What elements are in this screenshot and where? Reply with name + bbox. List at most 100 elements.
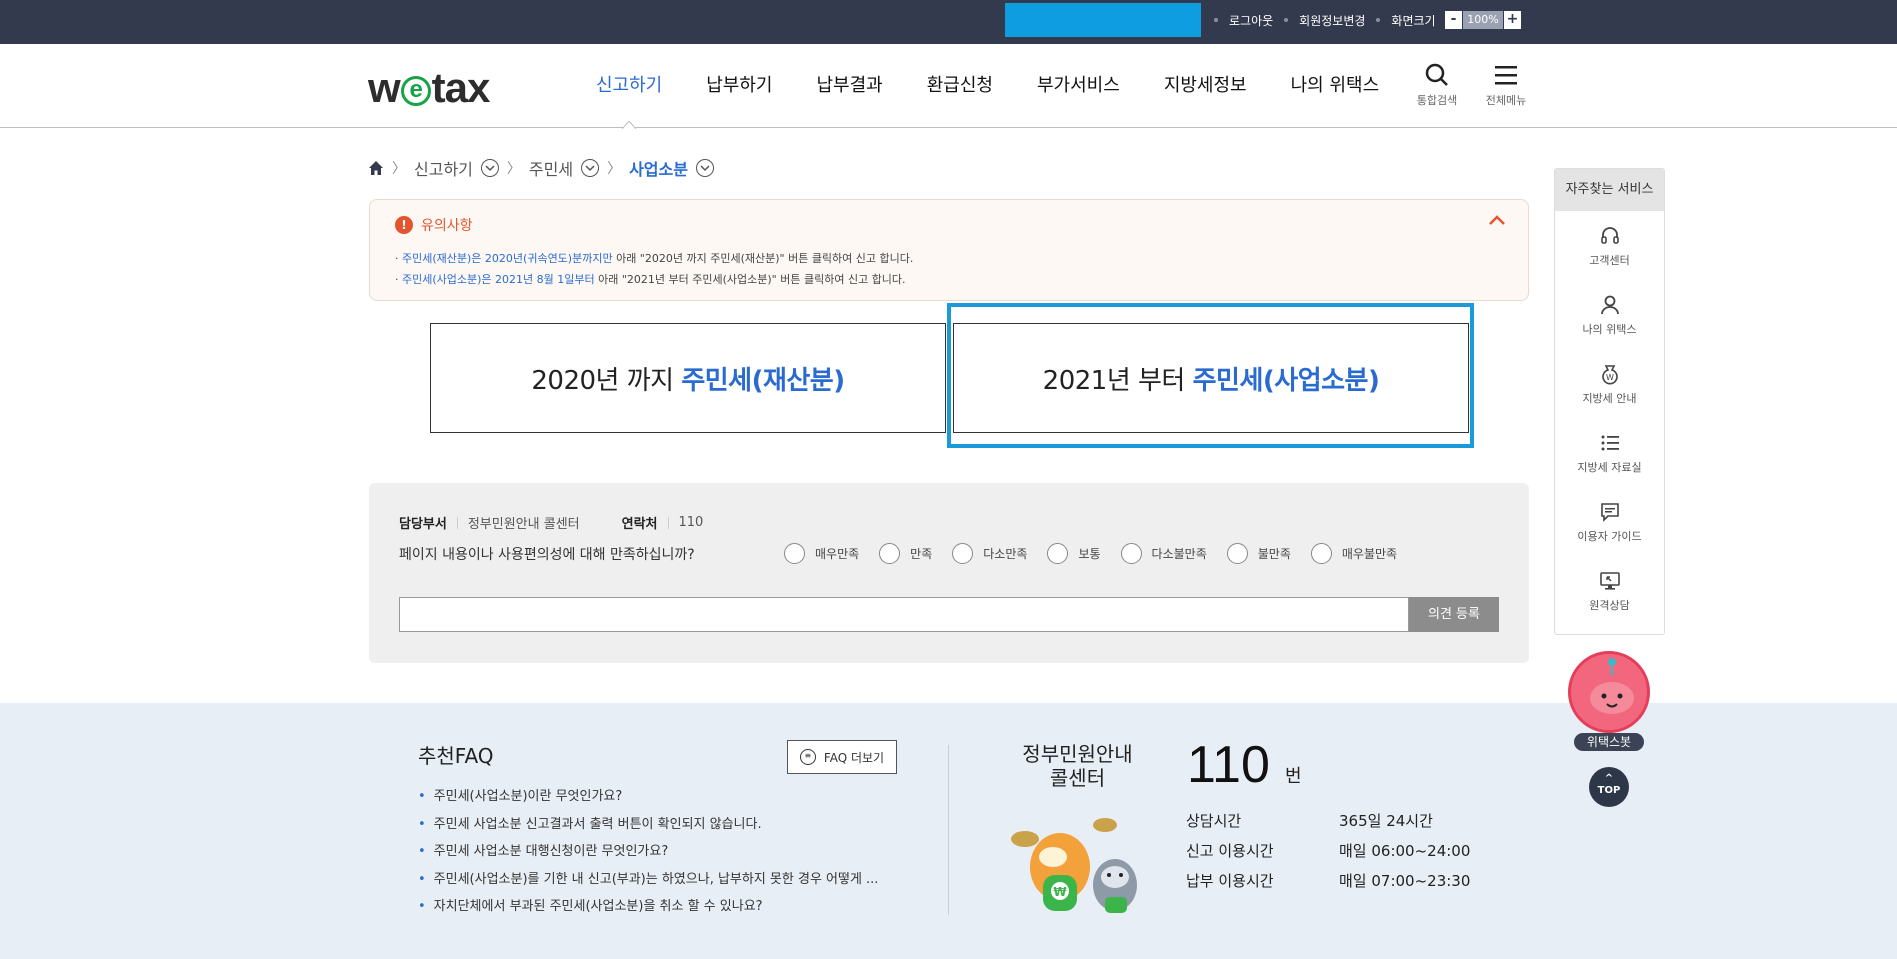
dept-label: 담당부서	[399, 517, 447, 532]
quick-local-tax-guide[interactable]: W 지방세 안내	[1555, 349, 1664, 418]
radio-circle[interactable]	[879, 543, 901, 564]
nav-payment-result[interactable]: 납부결과	[817, 44, 883, 128]
dept-value: 정부민원안내 콜센터	[467, 517, 580, 532]
faq-title: 추천FAQ	[418, 744, 494, 768]
monitor-icon	[1599, 572, 1620, 590]
chevron-up-icon[interactable]	[1488, 214, 1506, 226]
faq-list: 주민세(사업소분)이란 무엇인가요? 주민세 사업소분 신고결과서 출력 버튼이…	[418, 786, 879, 924]
quick-customer-center[interactable]: 고객센터	[1555, 211, 1664, 280]
chatbot-button[interactable]	[1568, 651, 1650, 733]
top-label: TOP	[1597, 785, 1621, 796]
nav-report[interactable]: 신고하기	[596, 44, 662, 129]
notice-title: ! 유의사항	[395, 215, 473, 235]
search-label: 통합검색	[1416, 94, 1458, 107]
radio-circle[interactable]	[1120, 543, 1142, 564]
hours-value: 매일 07:00~23:30	[1339, 872, 1471, 890]
faq-more-label: FAQ 더보기	[823, 750, 885, 765]
chevron-up-icon: ^	[1604, 773, 1614, 784]
radio-satisfied[interactable]: 만족	[879, 543, 932, 564]
report-business-tax-button[interactable]: 2021년 부터 주민세(사업소분)	[953, 323, 1469, 433]
divider	[667, 516, 669, 529]
full-menu-button[interactable]: 전체메뉴	[1476, 62, 1536, 108]
faq-item[interactable]: 주민세 사업소분 대행신청이란 무엇인가요?	[418, 841, 878, 869]
nav-extra-services[interactable]: 부가서비스	[1037, 44, 1120, 128]
nav-payment[interactable]: 납부하기	[706, 44, 772, 128]
quick-panel-title: 자주찾는 서비스	[1555, 169, 1664, 211]
callcenter-title: 정부민원안내 콜센터	[1010, 742, 1145, 790]
top-utility-bar: 로그아웃 회원정보변경 화면크기 - 100% +	[0, 0, 1897, 44]
separator-dot	[1376, 18, 1381, 22]
chevron-right-icon: 〉	[392, 161, 406, 177]
quick-my-wetax[interactable]: 나의 위택스	[1555, 280, 1664, 349]
faq-item[interactable]: 자치단체에서 부과된 주민세(사업소분)을 취소 할 수 있나요?	[418, 896, 878, 924]
quick-item-label: 고객센터	[1589, 254, 1630, 267]
quick-remote-support[interactable]: 원격상담	[1555, 556, 1664, 625]
callcenter-number: 110	[1187, 736, 1270, 794]
zoom-value: 100%	[1463, 11, 1503, 29]
faq-item[interactable]: 주민세(사업소분)를 기한 내 신고(부과)는 하였으나, 납부하지 못한 경우…	[418, 869, 879, 897]
breadcrumb-report[interactable]: 신고하기	[414, 156, 473, 180]
quick-service-panel: 자주찾는 서비스 고객센터 나의 위택스 W 지방세 안내 지방세 자료실 이용…	[1554, 168, 1665, 635]
radio-circle[interactable]	[1310, 543, 1332, 564]
home-icon[interactable]	[368, 160, 384, 176]
hours-label: 상담시간	[1186, 812, 1242, 830]
quick-item-label: 원격상담	[1589, 599, 1630, 612]
choice-bold: 주민세(재산분)	[681, 365, 845, 396]
chevron-down-icon[interactable]	[581, 159, 600, 177]
satisfaction-options: 매우만족 만족 다소만족 보통 다소불만족 불만족 매우불만족	[784, 543, 1417, 564]
nav-refund[interactable]: 환급신청	[927, 44, 993, 128]
contact-value: 110	[678, 515, 704, 530]
hours-value: 365일 24시간	[1339, 812, 1433, 830]
submit-opinion-button[interactable]: 의견 등록	[1409, 597, 1499, 632]
quick-user-guide[interactable]: 이용자 가이드	[1555, 487, 1664, 556]
radio-label: 매우불만족	[1341, 547, 1398, 561]
radio-circle[interactable]	[1226, 543, 1248, 564]
breadcrumb-resident-tax[interactable]: 주민세	[529, 156, 573, 180]
radio-dissatisfied[interactable]: 불만족	[1226, 543, 1291, 564]
list-icon	[1601, 435, 1619, 451]
nav-local-tax-info[interactable]: 지방세정보	[1164, 44, 1247, 128]
chevron-right-icon: 〉	[607, 161, 622, 177]
active-caret-icon	[622, 121, 637, 129]
quick-local-tax-archive[interactable]: 지방세 자료실	[1555, 418, 1664, 487]
chevron-down-icon[interactable]	[695, 159, 714, 177]
breadcrumb-current[interactable]: 사업소분	[629, 156, 688, 180]
zoom-in-button[interactable]: +	[1504, 11, 1521, 29]
faq-item[interactable]: 주민세 사업소분 신고결과서 출력 버튼이 확인되지 않습니다.	[418, 814, 878, 842]
chat-bubble-icon	[1600, 503, 1619, 522]
hours-label: 납부 이용시간	[1186, 872, 1274, 890]
faq-more-button[interactable]: ≡ FAQ 더보기	[787, 740, 897, 774]
site-header: w e tax 신고하기 납부하기 납부결과 환급신청 부가서비스 지방세정보 나의…	[0, 44, 1897, 129]
radio-circle[interactable]	[784, 543, 805, 564]
wetax-logo[interactable]: w e tax	[368, 64, 490, 112]
radio-very-satisfied[interactable]: 매우만족	[784, 543, 859, 564]
notice-list: · 주민세(재산분)은 2020년(귀속연도)분까지만 아래 "2020년 까지…	[395, 248, 913, 290]
radio-very-dissatisfied[interactable]: 매우불만족	[1310, 543, 1398, 564]
contact-label: 연락처	[621, 517, 658, 532]
radio-somewhat-satisfied[interactable]: 다소만족	[952, 543, 1027, 564]
search-button[interactable]: 통합검색	[1407, 62, 1467, 108]
member-info-link[interactable]: 회원정보변경	[1299, 12, 1365, 29]
radio-somewhat-dissatisfied[interactable]: 다소불만족	[1120, 543, 1207, 564]
zoom-out-button[interactable]: -	[1445, 11, 1462, 29]
radio-circle[interactable]	[952, 543, 974, 564]
nav-my-wetax[interactable]: 나의 위택스	[1291, 44, 1380, 128]
chatbot-label[interactable]: 위택스봇	[1574, 733, 1644, 751]
headset-icon	[1600, 227, 1619, 244]
separator-dot	[1214, 18, 1218, 22]
chat-icon: ≡	[799, 749, 816, 765]
radio-label: 보통	[1078, 547, 1101, 561]
chevron-down-icon[interactable]	[480, 159, 499, 177]
logout-link[interactable]: 로그아웃	[1229, 12, 1273, 29]
radio-neutral[interactable]: 보통	[1047, 543, 1101, 564]
divider	[456, 516, 458, 529]
service-hours: 상담시간 365일 24시간 신고 이용시간 매일 06:00~24:00 납부 이…	[1186, 810, 1470, 900]
radio-circle[interactable]	[1047, 543, 1069, 564]
hamburger-menu-icon	[1495, 66, 1517, 85]
scroll-top-button[interactable]: ^ TOP	[1589, 767, 1629, 807]
report-property-tax-button[interactable]: 2020년 까지 주민세(재산분)	[430, 323, 946, 433]
radio-label: 불만족	[1257, 547, 1291, 561]
opinion-input[interactable]	[399, 597, 1409, 632]
notice-box: ! 유의사항 · 주민세(재산분)은 2020년(귀속연도)분까지만 아래 "2…	[369, 199, 1529, 301]
faq-item[interactable]: 주민세(사업소분)이란 무엇인가요?	[418, 786, 878, 814]
